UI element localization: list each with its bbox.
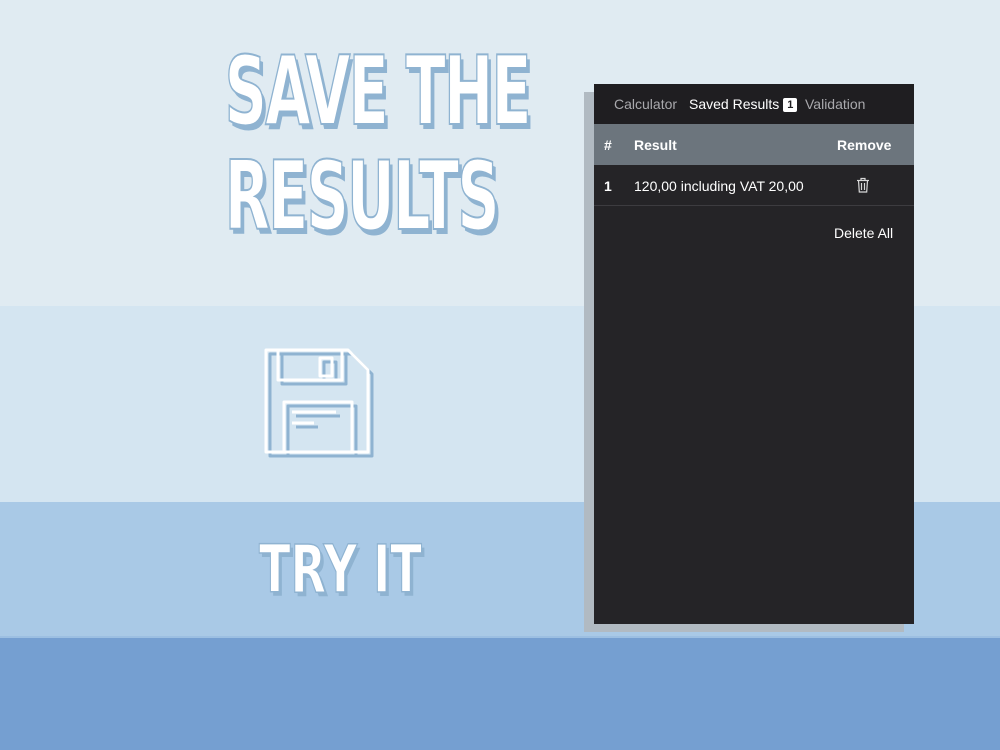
trash-icon[interactable]: [856, 177, 870, 193]
tab-saved-results[interactable]: Saved Results 1: [689, 96, 798, 112]
table-header: # Result Remove: [594, 124, 914, 165]
saved-results-panel: Calculator Saved Results 1 Validation # R…: [594, 84, 914, 624]
row-index: 1: [604, 178, 612, 194]
floppy-disk-icon: [264, 348, 374, 458]
saved-count-badge: 1: [783, 98, 798, 112]
column-header-remove: Remove: [837, 137, 892, 153]
headline-line-2: RESULTS: [224, 142, 500, 252]
column-header-result: Result: [634, 137, 677, 153]
table-row: 1 120,00 including VAT 20,00: [594, 165, 914, 206]
delete-all-button[interactable]: Delete All: [834, 225, 893, 241]
background-band-bottom: [0, 636, 1000, 750]
row-result: 120,00 including VAT 20,00: [634, 178, 804, 194]
headline: SAVE THE RESULTS: [224, 37, 532, 252]
tab-saved-results-label: Saved Results: [689, 96, 780, 112]
tab-calculator[interactable]: Calculator: [614, 96, 677, 112]
column-header-index: #: [604, 137, 612, 153]
tab-validation[interactable]: Validation: [805, 96, 865, 112]
tab-bar: Calculator Saved Results 1 Validation: [594, 84, 914, 124]
try-it-label: TRY IT: [258, 531, 422, 609]
headline-line-1: SAVE THE: [224, 37, 532, 147]
